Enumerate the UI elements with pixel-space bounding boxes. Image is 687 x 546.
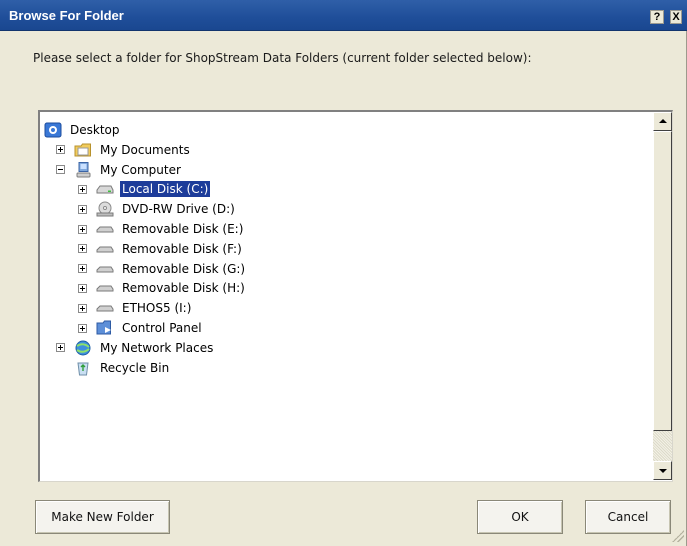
disk-drive-icon	[96, 181, 114, 197]
tree-item[interactable]: Removable Disk (E:)	[78, 220, 245, 238]
vertical-scrollbar[interactable]	[653, 112, 672, 480]
expand-plus-icon[interactable]	[56, 145, 65, 155]
tree-item[interactable]: Local Disk (C:)	[78, 180, 211, 198]
tree-item-label: My Computer	[100, 162, 181, 177]
folder-documents-icon	[74, 142, 92, 158]
expand-plus-icon[interactable]	[78, 184, 87, 194]
scroll-up-button[interactable]	[653, 112, 672, 131]
scrollbar-thumb[interactable]	[653, 131, 672, 431]
expand-plus-icon[interactable]	[78, 264, 87, 274]
tree-item[interactable]: ETHOS5 (I:)	[78, 299, 193, 317]
tree-item[interactable]: My Computer	[56, 161, 183, 179]
tree-item-label: Desktop	[70, 123, 120, 137]
tree-item-label: Control Panel	[122, 321, 202, 335]
removable-disk-icon	[96, 280, 114, 296]
folder-tree-list: Desktop My Documents My Computer Local Disk…	[40, 112, 653, 480]
tree-item[interactable]: My Network Places	[56, 339, 215, 357]
tree-item[interactable]: Control Panel	[78, 319, 204, 337]
tree-item-label: Local Disk (C:)	[120, 181, 211, 198]
desktop-icon	[44, 122, 62, 138]
resize-grip[interactable]	[672, 530, 684, 542]
computer-icon	[74, 161, 92, 178]
tree-item[interactable]: Removable Disk (H:)	[78, 279, 247, 297]
scroll-down-button[interactable]	[653, 461, 672, 480]
tree-item-label: DVD-RW Drive (D:)	[122, 202, 235, 217]
tree-item[interactable]: DVD-RW Drive (D:)	[78, 200, 237, 218]
removable-disk-icon	[96, 221, 114, 237]
removable-disk-icon	[96, 261, 114, 277]
removable-disk-icon	[96, 300, 114, 316]
window-title: Browse For Folder	[9, 8, 124, 23]
tree-item-label: Removable Disk (E:)	[122, 222, 244, 236]
expand-plus-icon[interactable]	[78, 244, 87, 254]
tree-item[interactable]: Recycle Bin	[74, 359, 171, 377]
make-new-folder-button[interactable]: Make New Folder	[35, 500, 170, 534]
control-panel-icon	[96, 320, 114, 336]
tree-item[interactable]: Removable Disk (G:)	[78, 260, 247, 278]
browse-for-folder-dialog: Browse For Folder ? X Please select a fo…	[0, 0, 687, 546]
close-button[interactable]: X	[670, 10, 682, 24]
dvd-drive-icon	[96, 201, 114, 217]
expand-plus-icon[interactable]	[78, 303, 87, 313]
tree-item[interactable]: Removable Disk (F:)	[78, 240, 244, 258]
tree-item-label: Removable Disk (H:)	[122, 281, 245, 296]
collapse-minus-icon[interactable]	[56, 165, 65, 175]
expand-plus-icon[interactable]	[78, 283, 87, 293]
arrow-down-icon	[659, 469, 667, 473]
expand-plus-icon[interactable]	[78, 323, 87, 333]
ok-button[interactable]: OK	[477, 500, 563, 534]
scrollbar-track[interactable]	[653, 431, 672, 461]
network-places-icon	[74, 340, 92, 356]
expand-plus-icon[interactable]	[78, 224, 87, 234]
expand-plus-icon[interactable]	[56, 343, 65, 353]
arrow-up-icon	[659, 119, 667, 123]
tree-item-label: My Documents	[100, 142, 190, 157]
cancel-button[interactable]: Cancel	[585, 500, 671, 534]
help-button[interactable]: ?	[650, 10, 664, 24]
recycle-bin-icon	[74, 360, 92, 376]
tree-item-label: My Network Places	[100, 340, 214, 355]
tree-item-label: ETHOS5 (I:)	[122, 301, 192, 316]
tree-item[interactable]: Desktop	[44, 121, 122, 139]
expand-plus-icon[interactable]	[78, 204, 87, 214]
instruction-text: Please select a folder for ShopStream Da…	[33, 51, 532, 65]
tree-item-label: Removable Disk (G:)	[122, 261, 246, 276]
title-bar[interactable]: Browse For Folder ? X	[0, 0, 687, 31]
folder-tree-view[interactable]: Desktop My Documents My Computer Local Disk…	[38, 110, 673, 482]
tree-item-label: Removable Disk (F:)	[122, 241, 242, 256]
tree-item[interactable]: My Documents	[56, 141, 192, 159]
tree-item-label: Recycle Bin	[100, 360, 170, 375]
removable-disk-icon	[96, 241, 114, 257]
